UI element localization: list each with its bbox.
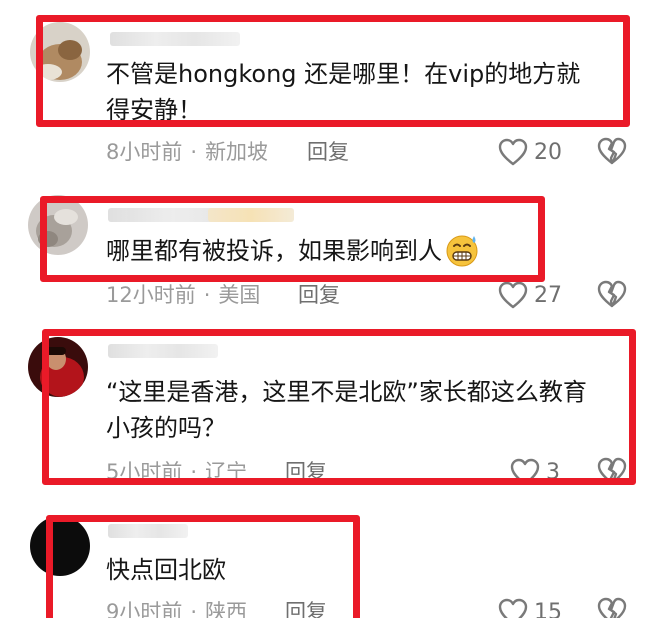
dislike-button[interactable]	[597, 137, 627, 169]
comment-location: 新加坡	[205, 140, 269, 164]
username-blurred[interactable]	[108, 524, 188, 538]
avatar[interactable]	[30, 22, 90, 82]
reply-button[interactable]: 回复	[307, 138, 349, 166]
username-blurred[interactable]	[110, 32, 240, 46]
comment-line: “这里是香港，这里不是北欧”家长都这么教育	[106, 378, 587, 406]
meta-separator: ·	[190, 460, 198, 478]
comment-location: 陕西	[205, 600, 248, 618]
comment-time: 8小时前	[106, 140, 183, 164]
dislike-button[interactable]	[597, 597, 627, 618]
broken-heart-icon	[597, 280, 627, 308]
comment-text: 哪里都有被投诉，如果影响到人	[106, 233, 480, 269]
comment-text: 快点回北欧	[106, 552, 226, 588]
broken-heart-icon	[597, 457, 627, 478]
comment-meta: 8小时前 · 新加坡	[106, 138, 268, 166]
heart-outline-icon	[510, 458, 540, 478]
like-button[interactable]: 20	[498, 136, 562, 168]
comment-time: 12小时前	[106, 283, 196, 307]
broken-heart-icon	[597, 597, 627, 618]
username-blurred[interactable]	[108, 344, 218, 358]
like-count: 20	[534, 139, 562, 165]
meta-separator: ·	[190, 600, 198, 618]
username-blurred[interactable]	[108, 208, 294, 222]
avatar[interactable]	[28, 337, 88, 397]
like-count: 27	[534, 282, 562, 308]
comment-location: 辽宁	[205, 460, 248, 478]
like-count: 3	[546, 459, 560, 479]
comment-time: 9小时前	[106, 600, 183, 618]
reply-button[interactable]: 回复	[285, 598, 327, 618]
grimacing-sweat-emoji	[446, 235, 478, 267]
comment-meta: 9小时前 · 陕西	[106, 598, 247, 618]
broken-heart-icon	[597, 137, 627, 165]
comment-meta: 12小时前 · 美国	[106, 281, 260, 309]
comment-line: 得安静！	[106, 96, 202, 124]
comment-line: 不管是hongkong 还是哪里！在vip的地方就	[106, 60, 581, 88]
comment-time: 5小时前	[106, 460, 183, 478]
comment-list: 不管是hongkong 还是哪里！在vip的地方就 得安静！ 8小时前 · 新加坡 …	[0, 0, 660, 618]
heart-outline-icon	[498, 598, 528, 618]
reply-button[interactable]: 回复	[298, 281, 340, 309]
comment-line: 快点回北欧	[106, 556, 226, 584]
comment-line: 哪里都有被投诉，如果影响到人	[106, 233, 480, 269]
heart-outline-icon	[498, 138, 528, 166]
avatar[interactable]	[28, 195, 88, 255]
like-count: 15	[534, 599, 562, 618]
avatar[interactable]	[30, 516, 90, 576]
meta-separator: ·	[203, 283, 211, 307]
reply-button[interactable]: 回复	[285, 458, 327, 478]
comment-text: “这里是香港，这里不是北欧”家长都这么教育 小孩的吗？	[106, 374, 587, 446]
comment-line: 小孩的吗？	[106, 414, 226, 442]
dislike-button[interactable]	[597, 280, 627, 312]
meta-separator: ·	[190, 140, 198, 164]
comment-meta: 5小时前 · 辽宁	[106, 458, 247, 478]
comment-text: 不管是hongkong 还是哪里！在vip的地方就 得安静！	[106, 56, 580, 128]
dislike-button[interactable]	[597, 457, 627, 478]
heart-outline-icon	[498, 281, 528, 309]
like-button[interactable]: 3	[510, 456, 560, 478]
like-button[interactable]: 27	[498, 279, 562, 311]
like-button[interactable]: 15	[498, 596, 562, 618]
comment-location: 美国	[218, 283, 261, 307]
